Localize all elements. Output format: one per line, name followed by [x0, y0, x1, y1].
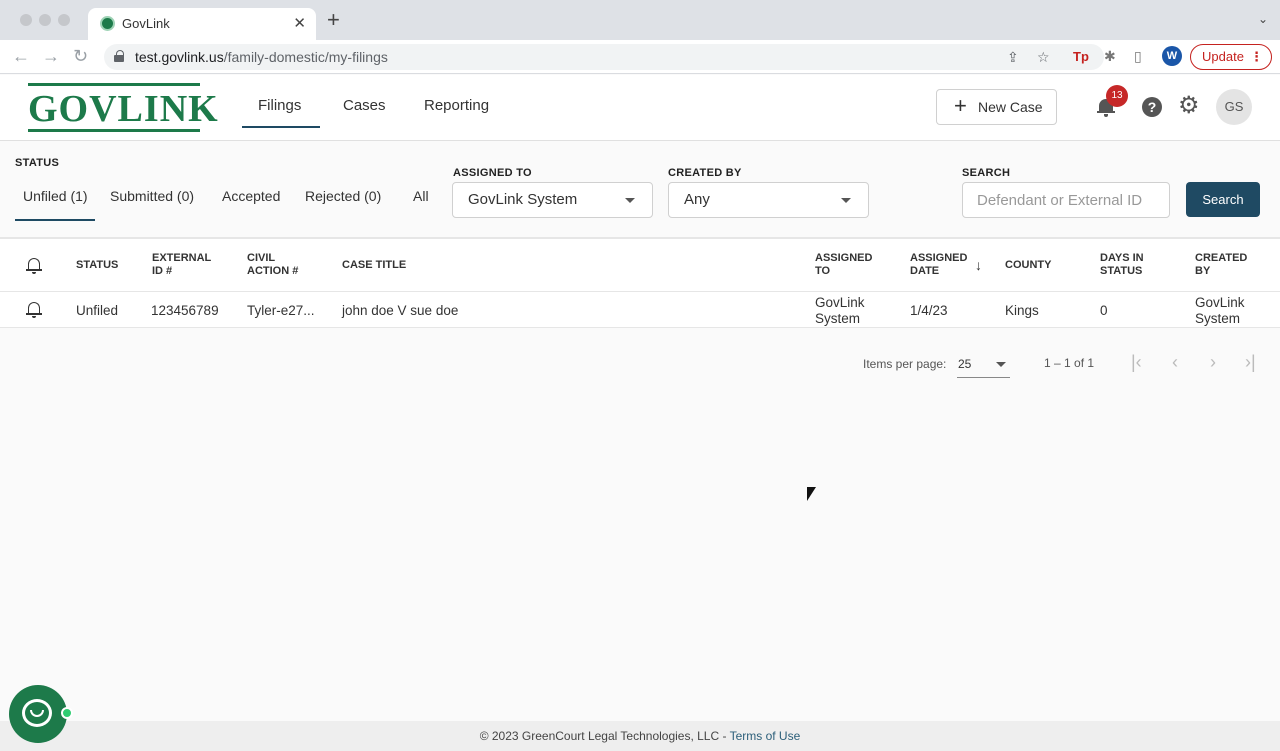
notification-column-bell-icon: [26, 257, 42, 275]
window-minimize-icon[interactable]: [39, 14, 51, 26]
url-text: test.govlink.us/family-domestic/my-filin…: [135, 49, 388, 65]
cell-days-in-status: 0: [1100, 303, 1108, 318]
cell-assigned-to: GovLink System: [815, 295, 865, 326]
items-per-page-label: Items per page:: [863, 357, 947, 371]
search-input[interactable]: [962, 182, 1170, 218]
mouse-cursor-icon: [807, 487, 816, 501]
new-case-button[interactable]: + New Case: [936, 89, 1057, 125]
back-icon[interactable]: ←: [12, 46, 30, 66]
logo-bottom-bar: [28, 129, 200, 132]
tab-search-chevron-icon[interactable]: ⌄: [1258, 12, 1268, 26]
status-tab-accepted[interactable]: Accepted: [222, 188, 280, 204]
copyright-text: © 2023 GreenCourt Legal Technologies, LL…: [479, 729, 730, 743]
status-filter-label: STATUS: [15, 157, 60, 169]
chat-online-indicator: [61, 707, 73, 719]
nav-tab-reporting[interactable]: Reporting: [424, 97, 489, 114]
extensions-puzzle-icon[interactable]: ✱: [1104, 48, 1116, 65]
last-page-icon[interactable]: ›|: [1245, 352, 1256, 372]
tab-close-icon[interactable]: ✕: [293, 14, 306, 32]
nav-tab-filings[interactable]: Filings: [258, 97, 301, 114]
cell-created-by: GovLink System: [1195, 295, 1245, 326]
col-external-id[interactable]: EXTERNAL ID #: [152, 252, 211, 278]
table-row[interactable]: Unfiled 123456789 Tyler-e27... john doe …: [0, 292, 1280, 328]
nav-tab-cases[interactable]: Cases: [343, 97, 386, 114]
status-tab-submitted[interactable]: Submitted (0): [110, 188, 194, 204]
browser-tab[interactable]: GovLink ✕: [88, 8, 316, 40]
items-per-page-value: 25: [958, 357, 972, 371]
govlink-logo[interactable]: GOVLINK: [28, 83, 218, 132]
plus-icon: +: [954, 93, 967, 118]
col-case-title[interactable]: CASE TITLE: [342, 259, 406, 272]
assigned-to-label: ASSIGNED TO: [453, 167, 532, 179]
search-label: SEARCH: [962, 167, 1011, 179]
assigned-to-value: GovLink System: [468, 191, 578, 208]
first-page-icon[interactable]: |‹: [1131, 352, 1142, 372]
status-tab-rejected[interactable]: Rejected (0): [305, 188, 381, 204]
active-nav-indicator: [242, 126, 320, 128]
cell-status: Unfiled: [76, 303, 119, 318]
new-case-label: New Case: [978, 99, 1043, 115]
browser-toolbar: ← → ↻ test.govlink.us/family-domestic/my…: [0, 40, 1280, 74]
col-assigned-date[interactable]: ASSIGNED DATE: [910, 252, 967, 278]
window-maximize-icon[interactable]: [58, 14, 70, 26]
forward-icon[interactable]: →: [42, 46, 60, 66]
more-options-icon: ⋮: [1250, 49, 1263, 64]
cell-civil-action: Tyler-e27...: [247, 303, 315, 318]
window-close-icon[interactable]: [20, 14, 32, 26]
update-button[interactable]: Update ⋮: [1190, 44, 1272, 70]
bookmark-star-icon[interactable]: ☆: [1037, 49, 1050, 66]
lock-icon: [114, 50, 124, 62]
table-header: STATUS EXTERNAL ID # CIVIL ACTION # CASE T…: [0, 239, 1280, 292]
browser-tabstrip: GovLink ✕ + ⌄: [0, 0, 1280, 40]
status-tab-unfiled[interactable]: Unfiled (1): [23, 188, 88, 204]
side-panel-icon[interactable]: ▯: [1134, 48, 1142, 65]
browser-tab-title: GovLink: [122, 16, 170, 31]
cell-county: Kings: [1005, 303, 1039, 318]
search-button[interactable]: Search: [1186, 182, 1260, 217]
chat-widget-button[interactable]: [9, 685, 67, 743]
profile-avatar[interactable]: W: [1162, 46, 1182, 66]
share-icon[interactable]: ⇪: [1007, 49, 1019, 66]
created-by-value: Any: [684, 191, 710, 208]
reload-icon[interactable]: ↻: [73, 46, 88, 66]
page-range-label: 1 – 1 of 1: [1044, 356, 1095, 370]
settings-gear-icon[interactable]: ⚙: [1178, 92, 1200, 120]
help-icon[interactable]: ?: [1142, 97, 1162, 117]
row-notification-bell-icon[interactable]: [26, 301, 42, 319]
status-tab-all[interactable]: All: [413, 188, 429, 204]
items-per-page-select[interactable]: 25: [957, 356, 1010, 378]
assigned-to-select[interactable]: GovLink System: [452, 182, 653, 218]
created-by-label: CREATED BY: [668, 167, 742, 179]
sort-descending-arrow-icon[interactable]: ↓: [975, 257, 982, 273]
page-footer: © 2023 GreenCourt Legal Technologies, LL…: [0, 721, 1280, 751]
active-status-indicator: [15, 219, 95, 221]
col-civil-action[interactable]: CIVIL ACTION #: [247, 252, 298, 278]
cell-assigned-date: 1/4/23: [910, 303, 948, 318]
dropdown-caret-icon: [996, 362, 1006, 367]
notification-count-badge: 13: [1106, 85, 1128, 107]
dropdown-caret-icon: [841, 198, 851, 203]
user-avatar[interactable]: GS: [1216, 89, 1252, 125]
col-assigned-to[interactable]: ASSIGNED TO: [815, 252, 872, 278]
col-created-by[interactable]: CREATED BY: [1195, 252, 1247, 278]
address-bar[interactable]: test.govlink.us/family-domestic/my-filin…: [104, 44, 1104, 70]
col-days-in-status[interactable]: DAYS IN STATUS: [1100, 252, 1144, 278]
terms-of-use-link[interactable]: Terms of Use: [730, 729, 801, 743]
previous-page-icon[interactable]: ‹: [1172, 352, 1178, 372]
cell-external-id: 123456789: [151, 303, 219, 318]
new-tab-icon[interactable]: +: [327, 9, 340, 31]
cell-case-title: john doe V sue doe: [342, 303, 459, 318]
created-by-select[interactable]: Any: [668, 182, 869, 218]
next-page-icon[interactable]: ›: [1210, 352, 1216, 372]
logo-text: GOVLINK: [28, 88, 219, 130]
extension-tp-icon[interactable]: Tp: [1073, 49, 1089, 64]
govlink-favicon-icon: [100, 16, 115, 31]
col-status[interactable]: STATUS: [76, 259, 118, 272]
logo-top-bar: [28, 83, 200, 86]
app-header: GOVLINK Filings Cases Reporting + New Ca…: [0, 75, 1280, 141]
dropdown-caret-icon: [625, 198, 635, 203]
col-county[interactable]: COUNTY: [1005, 259, 1051, 272]
